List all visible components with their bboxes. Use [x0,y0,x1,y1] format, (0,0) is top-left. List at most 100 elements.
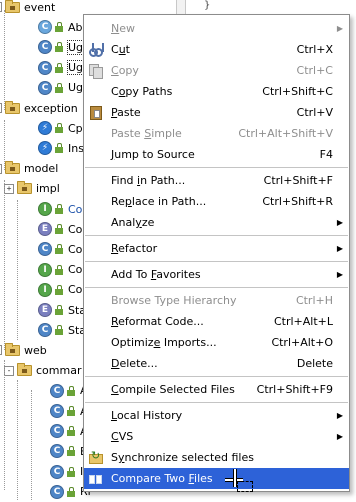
menu-item-add-to-favorites[interactable]: Add To Favorites ▶ [84,264,349,285]
splitter-handle[interactable] [176,0,186,14]
menu-item-label: Copy [111,64,139,77]
submenu-arrow-icon: ▶ [336,24,343,33]
menu-item-compare-two-files[interactable]: Compare Two Files [84,468,349,489]
submenu-arrow-icon: ▶ [336,411,343,420]
menu-separator [85,167,348,168]
menu-item-paste[interactable]: Paste Ctrl+V [84,102,349,123]
copy-icon [88,63,104,79]
tree-guide-line [31,390,32,500]
read-only-lock-icon [55,325,64,336]
abstract-class-icon: C [38,20,52,35]
read-only-lock-icon [55,284,64,295]
collapse-icon[interactable]: - [0,345,2,356]
menu-item-replace-in-path[interactable]: Replace in Path... Ctrl+Shift+R [84,191,349,212]
menu-item-cut[interactable]: Cut Ctrl+X [84,39,349,60]
tree-package-exception[interactable]: - exception [0,98,78,118]
menu-item-shortcut: Ctrl+Alt+L [273,315,333,328]
menu-item-label: Compile Selected Files [111,383,235,396]
menu-item-shortcut: Ctrl+Alt+Shift+V [238,127,333,140]
interface-icon: I [38,202,52,216]
menu-item-shortcut: Ctrl+X [296,43,333,56]
class-icon: C [38,40,52,55]
read-only-lock-icon [55,42,64,53]
menu-item-local-history[interactable]: Local History ▶ [84,405,349,426]
read-only-lock-icon [55,82,64,93]
menu-item-find-in-path[interactable]: Find in Path... Ctrl+Shift+F [84,170,349,191]
package-folder-icon [5,100,20,114]
read-only-lock-icon [67,426,76,437]
editor-brace: } [204,0,211,11]
menu-item-copy[interactable]: Copy Ctrl+C [84,60,349,81]
tree-package-impl[interactable]: + impl [4,179,60,199]
enum-icon: E [38,222,52,237]
read-only-lock-icon [55,123,64,134]
menu-item-label: Browse Type Hierarchy [111,294,237,307]
menu-item-refactor[interactable]: Refactor ▶ [84,238,349,259]
class-icon: C [38,60,52,75]
read-only-lock-icon [55,204,64,214]
expand-icon[interactable]: + [4,183,14,194]
exception-class-icon: ⚡ [38,121,52,136]
menu-item-label: Copy Paths [111,85,173,98]
tree-guide-line [4,120,5,170]
tree-package-model[interactable]: - model [0,159,58,179]
collapse-icon[interactable]: - [0,163,2,174]
interface-icon: I [38,262,52,277]
tree-item-label: exception [24,101,78,115]
menu-separator [85,287,348,288]
collapse-icon[interactable]: - [0,2,2,12]
tree-item-label: impl [36,182,60,196]
menu-item-label: Optimize Imports... [111,336,217,349]
menu-item-label: Refactor [111,242,158,255]
read-only-lock-icon [55,62,64,73]
read-only-lock-icon [67,385,76,396]
menu-item-compile-selected-files[interactable]: Compile Selected Files Ctrl+Shift+F9 [84,379,349,400]
menu-item-shortcut: F4 [319,148,333,161]
menu-item-label: Synchronize selected files [111,451,254,464]
menu-item-paste-simple[interactable]: Paste Simple Ctrl+Alt+Shift+V [84,123,349,144]
menu-item-label: CVS [111,430,134,443]
read-only-lock-icon [55,244,64,255]
menu-item-browse-type-hierarchy[interactable]: Browse Type Hierarchy Ctrl+H [84,290,349,311]
class-icon: C [50,383,64,398]
tree-guide-line [17,380,18,500]
tree-guide-line [4,10,5,110]
menu-item-optimize-imports[interactable]: Optimize Imports... Ctrl+Alt+O [84,332,349,353]
collapse-icon[interactable]: - [4,365,14,376]
tree-package-web[interactable]: - web [0,340,47,360]
menu-separator [85,261,348,262]
menu-item-shortcut: Ctrl+Alt+O [271,336,333,349]
menu-item-jump-to-source[interactable]: Jump to Source F4 [84,144,349,165]
menu-item-delete[interactable]: Delete... Delete [84,353,349,374]
tree-guide-line [4,360,5,490]
menu-item-label: Local History [111,409,183,422]
tree-item-label: event [24,0,56,14]
class-icon: C [38,242,52,257]
menu-item-analyze[interactable]: Analyze ▶ [84,212,349,233]
collapse-icon[interactable]: - [0,103,2,113]
tree-package-commar[interactable]: - commar [4,361,81,381]
menu-item-reformat-code[interactable]: Reformat Code... Ctrl+Alt+L [84,311,349,332]
menu-item-label: Paste [111,106,141,119]
menu-item-cvs[interactable]: CVS ▶ [84,426,349,447]
menu-item-shortcut: Delete [296,357,333,370]
class-icon: C [50,484,64,499]
menu-item-label: Find in Path... [111,174,186,187]
menu-item-copy-paths[interactable]: Copy Paths Ctrl+Shift+C [84,81,349,102]
menu-item-label: Reformat Code... [111,315,204,328]
menu-item-new[interactable]: New ▶ [84,18,349,39]
menu-item-label: New [111,22,135,35]
package-folder-icon [17,363,32,377]
menu-separator [85,402,348,403]
tree-package-event[interactable]: - event [0,0,55,17]
read-only-lock-icon [67,446,76,457]
package-folder-icon [5,161,20,175]
class-icon: C [50,424,64,439]
context-menu[interactable]: New ▶ Cut Ctrl+X Copy Ctrl+C Copy Paths Ctrl+Sh… [83,14,350,492]
read-only-lock-icon [67,486,76,497]
menu-item-label: Delete... [111,357,158,370]
menu-item-synchronize-selected-files[interactable]: Synchronize selected files [84,447,349,468]
read-only-lock-icon [67,466,76,477]
exception-class-icon: ⚡ [38,141,52,156]
read-only-lock-icon [67,406,76,416]
